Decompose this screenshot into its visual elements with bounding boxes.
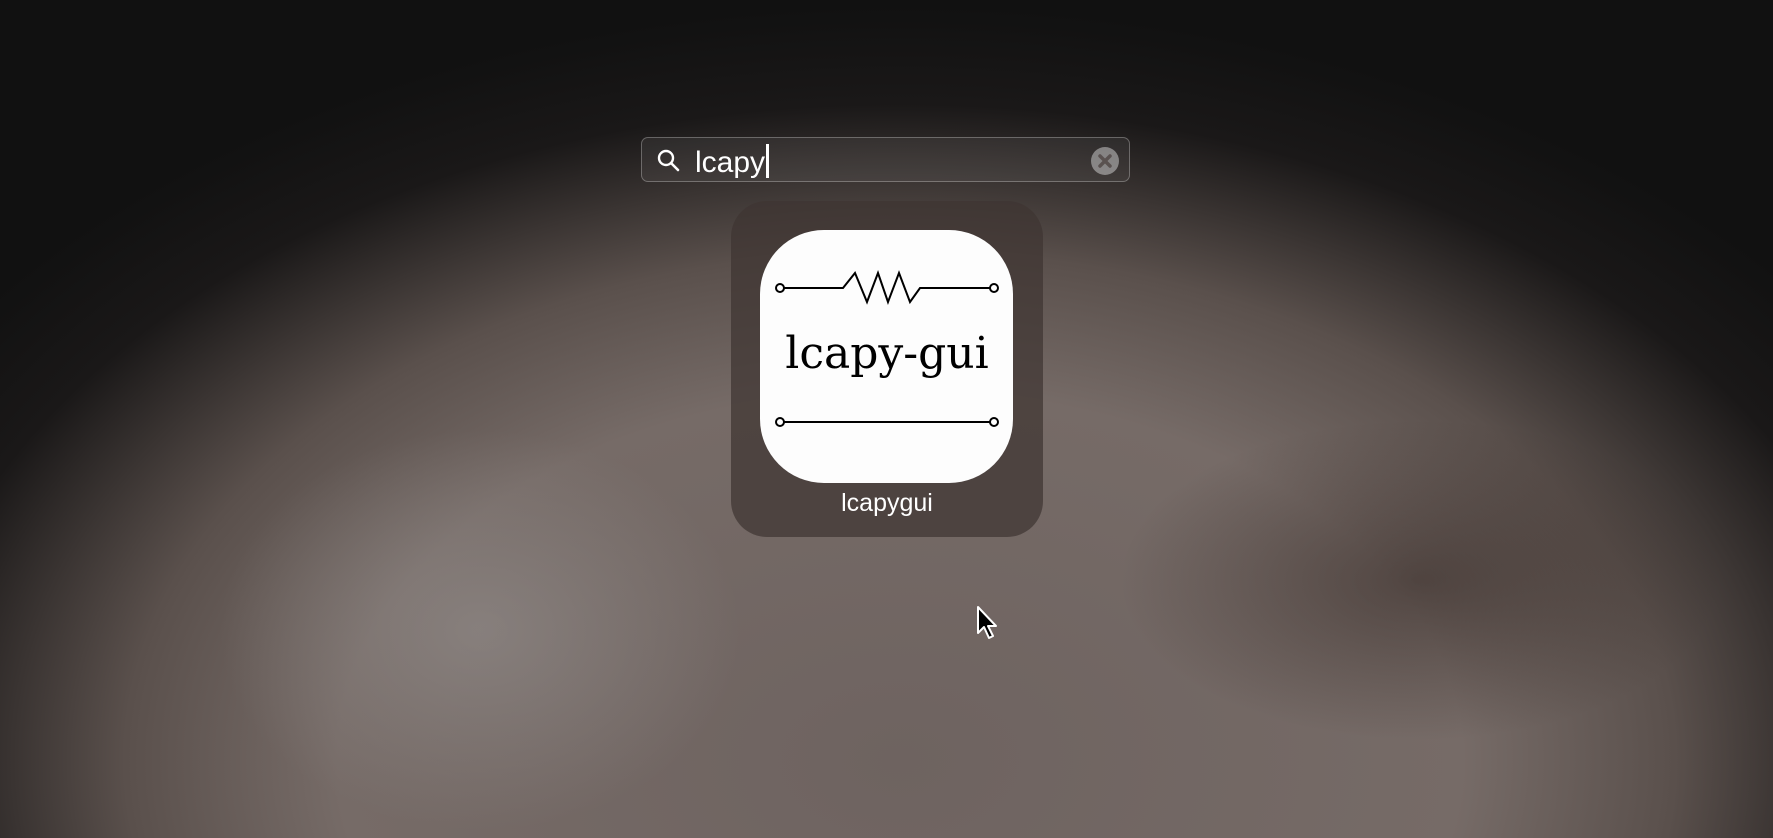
close-icon bbox=[1098, 154, 1112, 168]
app-result-lcapygui[interactable]: lcapy-gui lcapygui bbox=[731, 201, 1043, 537]
spotlight-search-field[interactable]: lcapy bbox=[641, 137, 1130, 182]
mouse-pointer-icon bbox=[977, 606, 997, 639]
app-name-label: lcapygui bbox=[841, 489, 933, 517]
icon-text: lcapy-gui bbox=[785, 328, 988, 379]
lcapygui-app-icon[interactable]: lcapy-gui bbox=[760, 230, 1013, 483]
text-caret bbox=[766, 144, 770, 178]
search-input[interactable]: lcapy bbox=[695, 144, 770, 179]
resistor-circuit-icon: lcapy-gui bbox=[775, 270, 999, 427]
clear-search-button[interactable] bbox=[1091, 147, 1119, 175]
search-query: lcapy bbox=[695, 146, 766, 179]
search-icon bbox=[657, 149, 680, 172]
